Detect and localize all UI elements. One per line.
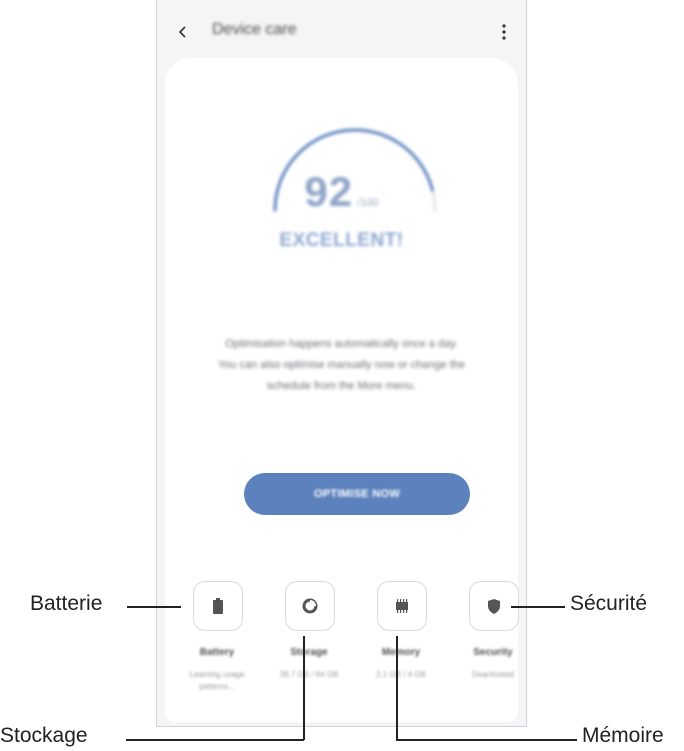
storage-status: 38.7 GB / 64 GB bbox=[279, 670, 339, 679]
security-tile[interactable]: Security Deactivated bbox=[453, 581, 533, 701]
more-vert-icon bbox=[502, 24, 506, 40]
battery-tile[interactable]: Battery Learning usage patterns... bbox=[177, 581, 257, 701]
callout-security: Sécurité bbox=[570, 592, 648, 615]
battery-icon bbox=[213, 598, 223, 614]
callout-battery: Batterie bbox=[30, 592, 103, 615]
security-icon bbox=[488, 598, 500, 614]
callout-line-storage-h bbox=[126, 739, 304, 741]
more-options-button[interactable] bbox=[492, 20, 516, 44]
memory-icon bbox=[396, 599, 408, 613]
security-label: Security bbox=[473, 647, 513, 658]
storage-label: Storage bbox=[290, 647, 328, 658]
description-line: You can also optimise manually now or ch… bbox=[217, 359, 466, 371]
score-status: EXCELLENT! bbox=[279, 230, 404, 251]
score-value: 92 bbox=[304, 168, 354, 215]
score-display: 92/100 bbox=[165, 168, 518, 216]
memory-label: Memory bbox=[381, 647, 421, 658]
callout-line-memory-v bbox=[396, 636, 398, 740]
storage-icon-box bbox=[285, 581, 335, 631]
description-line: Optimisation happens automatically once … bbox=[225, 338, 458, 350]
battery-label: Battery bbox=[199, 647, 235, 658]
battery-icon-box bbox=[193, 581, 243, 631]
memory-icon-box bbox=[377, 581, 427, 631]
description-line: schedule from the More menu. bbox=[266, 380, 417, 392]
memory-status: 2.1 GB / 4 GB bbox=[376, 670, 426, 679]
back-button[interactable] bbox=[171, 20, 195, 44]
callout-line-battery bbox=[127, 606, 181, 608]
page-title: Device care bbox=[212, 21, 297, 38]
memory-tile[interactable]: Memory 2.1 GB / 4 GB bbox=[361, 581, 441, 701]
app-bar: Device care bbox=[157, 0, 526, 64]
callout-line-security bbox=[511, 606, 565, 608]
storage-icon bbox=[302, 598, 318, 614]
callout-line-memory-h bbox=[396, 739, 577, 741]
optimise-now-button[interactable]: OPTIMISE NOW bbox=[244, 473, 470, 515]
callout-memory: Mémoire bbox=[582, 724, 664, 747]
callout-line-storage-v bbox=[303, 636, 305, 740]
optimisation-description: Optimisation happens automatically once … bbox=[195, 334, 488, 397]
security-status: Deactivated bbox=[471, 670, 515, 679]
optimise-now-label: OPTIMISE NOW bbox=[313, 488, 401, 500]
phone-screen: Device care 92/100 EXCELLENT! Optimisati… bbox=[156, 0, 527, 727]
score-max: /100 bbox=[357, 197, 379, 209]
callout-storage: Stockage bbox=[0, 724, 88, 747]
device-care-card: 92/100 EXCELLENT! Optimisation happens a… bbox=[165, 58, 519, 722]
battery-status: Learning usage patterns... bbox=[189, 670, 245, 691]
storage-tile[interactable]: Storage 38.7 GB / 64 GB bbox=[269, 581, 349, 701]
chevron-left-icon bbox=[178, 26, 186, 38]
